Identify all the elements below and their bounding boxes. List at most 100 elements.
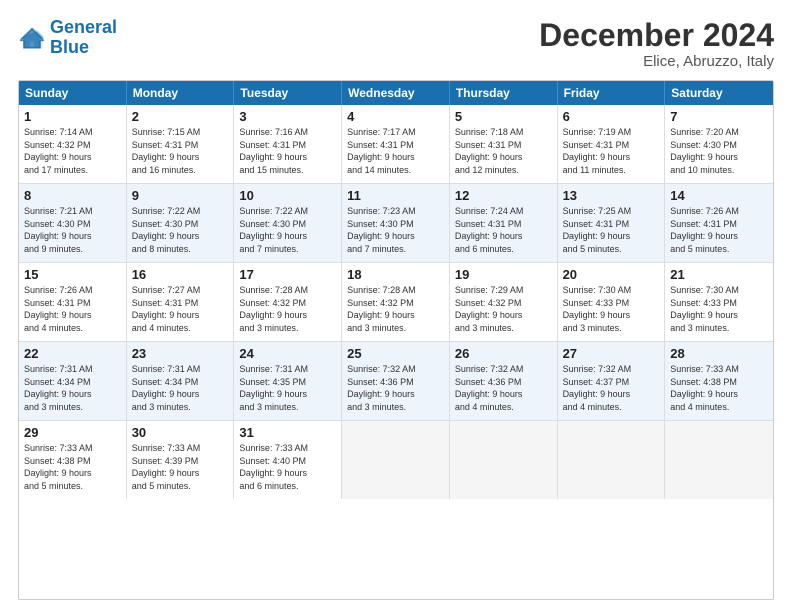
day-info: Sunrise: 7:28 AMSunset: 4:32 PMDaylight:… <box>347 284 444 334</box>
calendar-cell: 18Sunrise: 7:28 AMSunset: 4:32 PMDayligh… <box>342 263 450 341</box>
day-number: 27 <box>563 346 660 361</box>
calendar-cell <box>450 421 558 499</box>
calendar-cell: 27 Sunrise: 7:32 AMSunset: 4:37 PMDayligh… <box>558 342 666 420</box>
calendar-cell: 19 Sunrise: 7:29 AMSunset: 4:32 PMDayligh… <box>450 263 558 341</box>
day-info: Sunrise: 7:26 AMSunset: 4:31 PMDaylight:… <box>24 284 121 334</box>
day-number: 2 <box>132 109 229 124</box>
calendar-cell: 12 Sunrise: 7:24 AMSunset: 4:31 PMDayligh… <box>450 184 558 262</box>
page: General Blue December 2024 Elice, Abruzz… <box>0 0 792 612</box>
calendar-cell: 4 Sunrise: 7:17 AMSunset: 4:31 PMDaylight… <box>342 105 450 183</box>
day-number: 17 <box>239 267 336 282</box>
calendar-cell: 10Sunrise: 7:22 AMSunset: 4:30 PMDayligh… <box>234 184 342 262</box>
day-info: Sunrise: 7:23 AMSunset: 4:30 PMDaylight:… <box>347 205 444 255</box>
calendar: Sunday Monday Tuesday Wednesday Thursday… <box>18 80 774 600</box>
day-number: 16 <box>132 267 229 282</box>
calendar-row-1: 8Sunrise: 7:21 AMSunset: 4:30 PMDaylight… <box>19 183 773 262</box>
day-number: 15 <box>24 267 121 282</box>
day-info: Sunrise: 7:33 AMSunset: 4:39 PMDaylight:… <box>132 442 229 492</box>
calendar-cell: 24 Sunrise: 7:31 AMSunset: 4:35 PMDayligh… <box>234 342 342 420</box>
logo-line2: Blue <box>50 37 89 57</box>
day-info: Sunrise: 7:16 AMSunset: 4:31 PMDaylight:… <box>239 126 336 176</box>
day-info: Sunrise: 7:31 AMSunset: 4:35 PMDaylight:… <box>239 363 336 413</box>
day-info: Sunrise: 7:28 AMSunset: 4:32 PMDaylight:… <box>239 284 336 334</box>
calendar-cell: 8Sunrise: 7:21 AMSunset: 4:30 PMDaylight… <box>19 184 127 262</box>
day-info: Sunrise: 7:19 AMSunset: 4:31 PMDaylight:… <box>563 126 660 176</box>
day-info: Sunrise: 7:18 AMSunset: 4:31 PMDaylight:… <box>455 126 552 176</box>
calendar-cell: 21 Sunrise: 7:30 AMSunset: 4:33 PMDayligh… <box>665 263 773 341</box>
day-number: 3 <box>239 109 336 124</box>
day-info: Sunrise: 7:21 AMSunset: 4:30 PMDaylight:… <box>24 205 121 255</box>
calendar-cell: 30 Sunrise: 7:33 AMSunset: 4:39 PMDayligh… <box>127 421 235 499</box>
header-sunday: Sunday <box>19 81 127 105</box>
calendar-row-2: 15 Sunrise: 7:26 AMSunset: 4:31 PMDayligh… <box>19 262 773 341</box>
header-saturday: Saturday <box>665 81 773 105</box>
calendar-cell: 2 Sunrise: 7:15 AMSunset: 4:31 PMDaylight… <box>127 105 235 183</box>
day-info: Sunrise: 7:32 AMSunset: 4:36 PMDaylight:… <box>347 363 444 413</box>
calendar-cell: 26 Sunrise: 7:32 AMSunset: 4:36 PMDayligh… <box>450 342 558 420</box>
calendar-header: Sunday Monday Tuesday Wednesday Thursday… <box>19 81 773 105</box>
calendar-cell: 22Sunrise: 7:31 AMSunset: 4:34 PMDayligh… <box>19 342 127 420</box>
day-number: 29 <box>24 425 121 440</box>
day-info: Sunrise: 7:22 AMSunset: 4:30 PMDaylight:… <box>239 205 336 255</box>
day-info: Sunrise: 7:30 AMSunset: 4:33 PMDaylight:… <box>563 284 660 334</box>
calendar-cell: 28Sunrise: 7:33 AMSunset: 4:38 PMDayligh… <box>665 342 773 420</box>
day-info: Sunrise: 7:33 AMSunset: 4:40 PMDaylight:… <box>239 442 336 492</box>
title-block: December 2024 Elice, Abruzzo, Italy <box>539 18 774 70</box>
header: General Blue December 2024 Elice, Abruzz… <box>18 18 774 70</box>
header-thursday: Thursday <box>450 81 558 105</box>
day-info: Sunrise: 7:25 AMSunset: 4:31 PMDaylight:… <box>563 205 660 255</box>
day-info: Sunrise: 7:32 AMSunset: 4:37 PMDaylight:… <box>563 363 660 413</box>
day-number: 20 <box>563 267 660 282</box>
day-info: Sunrise: 7:24 AMSunset: 4:31 PMDaylight:… <box>455 205 552 255</box>
calendar-body: 1 Sunrise: 7:14 AMSunset: 4:32 PMDaylight… <box>19 105 773 499</box>
day-number: 14 <box>670 188 768 203</box>
day-number: 19 <box>455 267 552 282</box>
calendar-row-4: 29 Sunrise: 7:33 AMSunset: 4:38 PMDayligh… <box>19 420 773 499</box>
calendar-cell: 20 Sunrise: 7:30 AMSunset: 4:33 PMDayligh… <box>558 263 666 341</box>
logo-icon <box>18 24 46 52</box>
calendar-cell: 7Sunrise: 7:20 AMSunset: 4:30 PMDaylight… <box>665 105 773 183</box>
header-monday: Monday <box>127 81 235 105</box>
calendar-cell: 29 Sunrise: 7:33 AMSunset: 4:38 PMDayligh… <box>19 421 127 499</box>
day-number: 1 <box>24 109 121 124</box>
calendar-cell: 13Sunrise: 7:25 AMSunset: 4:31 PMDayligh… <box>558 184 666 262</box>
day-number: 6 <box>563 109 660 124</box>
calendar-row-0: 1 Sunrise: 7:14 AMSunset: 4:32 PMDaylight… <box>19 105 773 183</box>
day-info: Sunrise: 7:15 AMSunset: 4:31 PMDaylight:… <box>132 126 229 176</box>
day-info: Sunrise: 7:22 AMSunset: 4:30 PMDaylight:… <box>132 205 229 255</box>
day-info: Sunrise: 7:30 AMSunset: 4:33 PMDaylight:… <box>670 284 768 334</box>
header-friday: Friday <box>558 81 666 105</box>
calendar-cell <box>342 421 450 499</box>
calendar-cell: 9 Sunrise: 7:22 AMSunset: 4:30 PMDaylight… <box>127 184 235 262</box>
day-number: 9 <box>132 188 229 203</box>
day-number: 30 <box>132 425 229 440</box>
day-info: Sunrise: 7:29 AMSunset: 4:32 PMDaylight:… <box>455 284 552 334</box>
day-number: 26 <box>455 346 552 361</box>
header-wednesday: Wednesday <box>342 81 450 105</box>
day-info: Sunrise: 7:33 AMSunset: 4:38 PMDaylight:… <box>24 442 121 492</box>
calendar-cell: 11Sunrise: 7:23 AMSunset: 4:30 PMDayligh… <box>342 184 450 262</box>
calendar-cell <box>665 421 773 499</box>
day-number: 21 <box>670 267 768 282</box>
day-info: Sunrise: 7:14 AMSunset: 4:32 PMDaylight:… <box>24 126 121 176</box>
logo-line1: General <box>50 17 117 37</box>
day-info: Sunrise: 7:26 AMSunset: 4:31 PMDaylight:… <box>670 205 768 255</box>
day-info: Sunrise: 7:17 AMSunset: 4:31 PMDaylight:… <box>347 126 444 176</box>
location: Elice, Abruzzo, Italy <box>539 53 774 70</box>
calendar-cell: 25Sunrise: 7:32 AMSunset: 4:36 PMDayligh… <box>342 342 450 420</box>
logo: General Blue <box>18 18 117 58</box>
calendar-cell: 6 Sunrise: 7:19 AMSunset: 4:31 PMDaylight… <box>558 105 666 183</box>
day-number: 23 <box>132 346 229 361</box>
calendar-cell: 5Sunrise: 7:18 AMSunset: 4:31 PMDaylight… <box>450 105 558 183</box>
day-info: Sunrise: 7:31 AMSunset: 4:34 PMDaylight:… <box>132 363 229 413</box>
day-number: 12 <box>455 188 552 203</box>
calendar-cell: 31Sunrise: 7:33 AMSunset: 4:40 PMDayligh… <box>234 421 342 499</box>
day-info: Sunrise: 7:32 AMSunset: 4:36 PMDaylight:… <box>455 363 552 413</box>
month-title: December 2024 <box>539 18 774 53</box>
logo-text: General Blue <box>50 18 117 58</box>
calendar-cell: 16 Sunrise: 7:27 AMSunset: 4:31 PMDayligh… <box>127 263 235 341</box>
day-info: Sunrise: 7:27 AMSunset: 4:31 PMDaylight:… <box>132 284 229 334</box>
day-number: 4 <box>347 109 444 124</box>
day-number: 24 <box>239 346 336 361</box>
calendar-cell: 1 Sunrise: 7:14 AMSunset: 4:32 PMDaylight… <box>19 105 127 183</box>
